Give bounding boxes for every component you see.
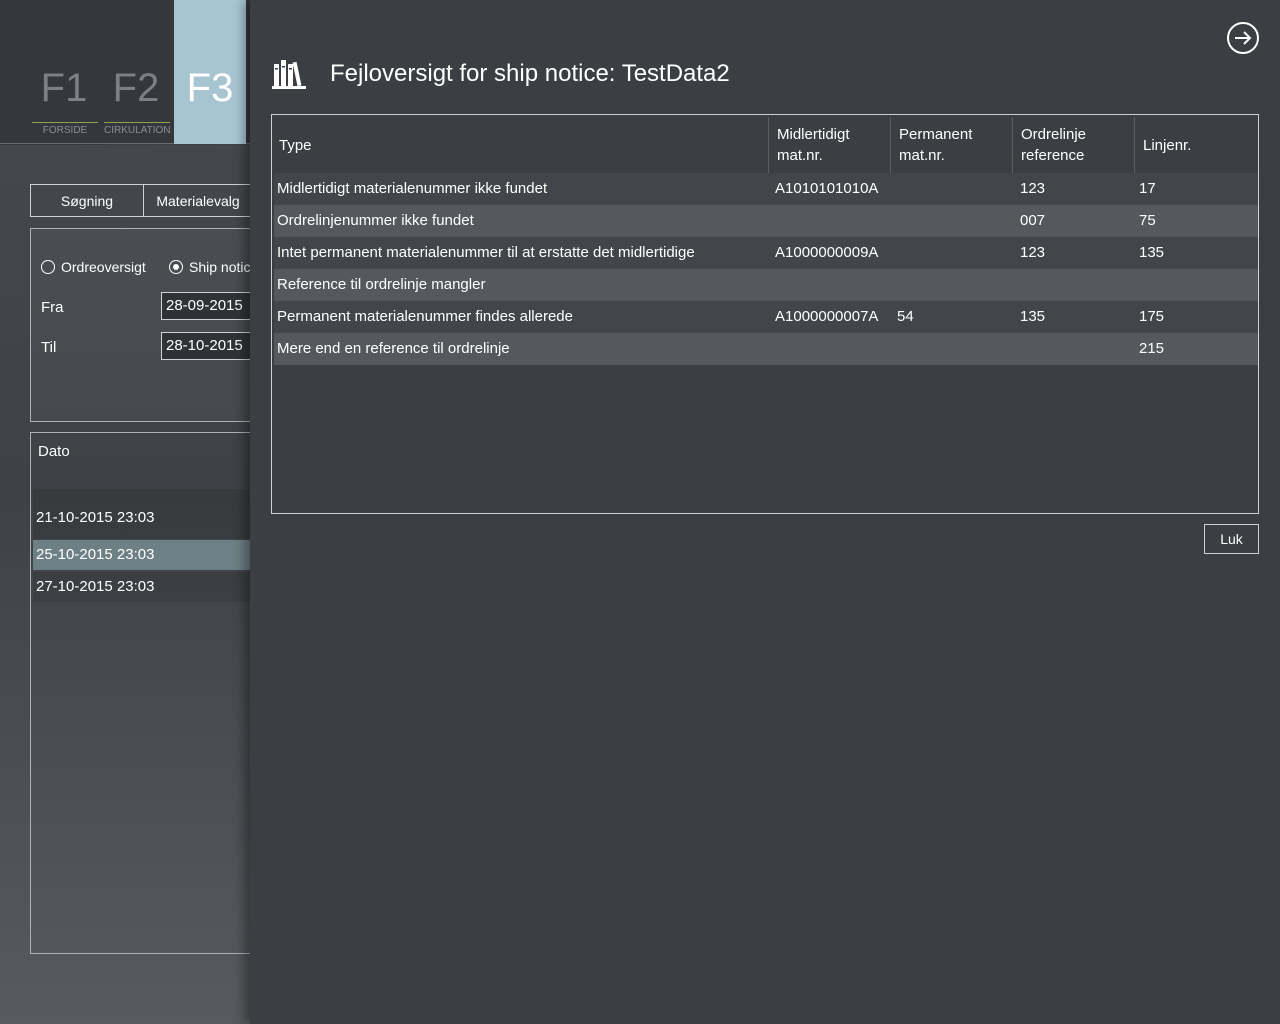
cell-perm-matnr <box>897 173 1015 205</box>
fkey-f1-label: FORSIDE <box>32 122 98 136</box>
filter-panel: Ordreoversigt Ship notice Fra 28-09-2015… <box>30 228 261 422</box>
table-row[interactable]: Reference til ordrelinje mangler <box>274 269 1258 301</box>
table-row[interactable]: Midlertidigt materialenummer ikke fundet… <box>274 173 1258 205</box>
column-header-type[interactable]: Type <box>272 117 769 173</box>
column-header-temp-matnr[interactable]: Midlertidigt mat.nr. <box>770 117 891 173</box>
fkey-f2[interactable]: F2 CIRKULATION <box>100 0 172 144</box>
table-row[interactable]: Ordrelinjenummer ikke fundet 007 75 <box>274 205 1258 237</box>
cell-temp-matnr <box>775 333 893 365</box>
cell-orderline-ref <box>1020 333 1138 365</box>
cell-line-number: 75 <box>1139 212 1156 229</box>
tab-material-selection[interactable]: Materialevalg <box>143 184 253 217</box>
cell-line-number <box>1139 269 1257 301</box>
radio-ship-notice-label: Ship notice <box>189 259 259 275</box>
radio-checked-icon <box>169 260 183 274</box>
fkey-f2-number: F2 <box>112 66 160 110</box>
column-header-line-number-label: Linjenr. <box>1143 136 1192 154</box>
column-header-line-number[interactable]: Linjenr. <box>1136 117 1258 173</box>
from-label: Fra <box>41 299 64 316</box>
cell-type: Mere end en reference til ordrelinje <box>277 340 510 357</box>
fkey-f1[interactable]: F1 FORSIDE <box>28 0 100 144</box>
cell-orderline-ref: 123 <box>1020 180 1046 197</box>
cell-type: Midlertidigt materialenummer ikke fundet <box>277 180 548 197</box>
list-item[interactable]: 21-10-2015 23:03 <box>33 489 253 539</box>
books-icon <box>272 60 306 89</box>
cell-perm-matnr <box>897 205 1015 237</box>
error-overview-panel: Fejloversigt for ship notice: TestData2 … <box>250 0 1280 1024</box>
cell-line-number: 17 <box>1139 180 1156 197</box>
error-table: Type Midlertidigt mat.nr. Permanent mat.… <box>271 114 1259 514</box>
list-item-selected[interactable]: 25-10-2015 23:03 <box>33 540 253 570</box>
column-header-temp-matnr-line1: Midlertidigt <box>777 126 850 143</box>
cell-temp-matnr: A1010101010A <box>775 180 879 197</box>
cell-temp-matnr: A1000000007A <box>775 308 879 325</box>
cell-temp-matnr: A1000000009A <box>775 244 879 261</box>
column-header-orderline-ref-line2: reference <box>1021 147 1085 164</box>
cell-temp-matnr <box>775 269 893 301</box>
date-list: Dato 21-10-2015 23:03 25-10-2015 23:03 2… <box>30 432 255 954</box>
cell-line-number: 175 <box>1139 308 1165 325</box>
arrow-right-icon <box>1235 31 1252 45</box>
table-row[interactable]: Mere end en reference til ordrelinje 215 <box>274 333 1258 365</box>
cell-type: Reference til ordrelinje mangler <box>277 276 486 293</box>
to-date-input[interactable]: 28-10-2015 <box>161 332 261 360</box>
table-row[interactable]: Intet permanent materialenummer til at e… <box>274 237 1258 269</box>
cell-orderline-ref: 123 <box>1020 244 1046 261</box>
cell-perm-matnr: 54 <box>897 308 914 325</box>
date-column-header[interactable]: Dato <box>31 433 256 469</box>
column-header-temp-matnr-line2: mat.nr. <box>777 147 823 164</box>
table-header: Type Midlertidigt mat.nr. Permanent mat.… <box>272 115 1258 173</box>
radio-ordreoversigt-label: Ordreoversigt <box>61 259 146 275</box>
to-label: Til <box>41 339 57 356</box>
table-row[interactable]: Permanent materialenummer findes allered… <box>274 301 1258 333</box>
cell-temp-matnr <box>775 205 893 237</box>
close-button[interactable]: Luk <box>1204 524 1259 554</box>
cell-orderline-ref: 135 <box>1020 308 1046 325</box>
radio-unchecked-icon <box>41 260 55 274</box>
cell-perm-matnr <box>897 269 1015 301</box>
cell-type: Permanent materialenummer findes allered… <box>277 308 573 325</box>
fkey-f3-active[interactable]: F3 <box>174 0 246 144</box>
fkey-f3-number: F3 <box>186 66 234 110</box>
cell-type: Ordrelinjenummer ikke fundet <box>277 212 474 229</box>
fkey-f1-number: F1 <box>40 66 88 110</box>
cell-line-number: 135 <box>1139 244 1165 261</box>
column-header-type-label: Type <box>279 136 312 154</box>
column-header-orderline-ref-line1: Ordrelinje <box>1021 126 1087 143</box>
radio-ordreoversigt[interactable]: Ordreoversigt <box>41 257 146 277</box>
column-header-perm-matnr-line2: mat.nr. <box>899 147 945 164</box>
list-item[interactable]: 27-10-2015 23:03 <box>33 572 253 602</box>
column-header-orderline-ref[interactable]: Ordrelinje reference <box>1014 117 1135 173</box>
from-date-input[interactable]: 28-09-2015 <box>161 292 261 320</box>
cell-perm-matnr <box>897 237 1015 269</box>
close-arrow-button[interactable] <box>1227 22 1259 54</box>
cell-line-number: 215 <box>1139 340 1165 357</box>
cell-perm-matnr <box>897 333 1015 365</box>
cell-orderline-ref: 007 <box>1020 212 1046 229</box>
radio-ship-notice[interactable]: Ship notice <box>169 257 258 277</box>
cell-type: Intet permanent materialenummer til at e… <box>277 244 695 261</box>
column-header-perm-matnr[interactable]: Permanent mat.nr. <box>892 117 1013 173</box>
page-title: Fejloversigt for ship notice: TestData2 <box>330 60 730 87</box>
tab-search[interactable]: Søgning <box>30 184 144 217</box>
cell-orderline-ref <box>1020 269 1138 301</box>
column-header-perm-matnr-line1: Permanent <box>899 126 973 143</box>
fkey-f2-label: CIRKULATION <box>104 122 171 136</box>
list-item-date: 21-10-2015 23:03 <box>36 509 155 526</box>
